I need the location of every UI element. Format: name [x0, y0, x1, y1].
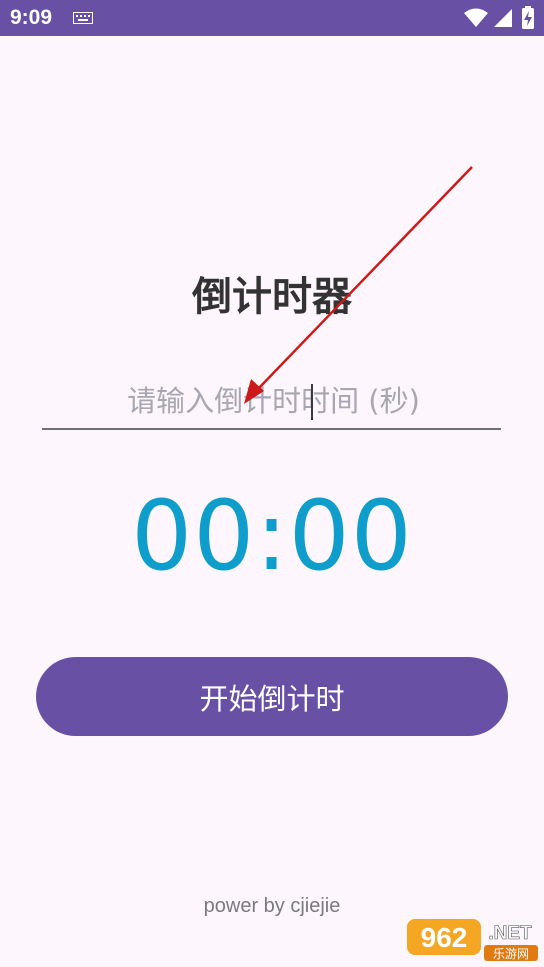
- countdown-input-field[interactable]: [42, 374, 505, 430]
- status-time: 9:09: [10, 6, 53, 29]
- battery-charging-icon: [522, 6, 534, 29]
- countdown-display: 00:00: [131, 480, 413, 592]
- keyboard-icon: [73, 12, 93, 24]
- text-cursor: [311, 384, 313, 420]
- watermark-main-text: 962: [421, 922, 468, 953]
- signal-icon: [494, 9, 512, 27]
- footer-credit: power by cjiejie: [203, 895, 341, 917]
- seconds-input[interactable]: [42, 374, 505, 428]
- watermark-logo: 962 .NET 乐游网: [407, 919, 538, 961]
- wifi-icon: [464, 8, 488, 27]
- status-bar: 9:09: [0, 0, 544, 36]
- watermark-suffix-text: .NET: [488, 923, 532, 944]
- watermark-sub-text: 乐游网: [493, 947, 529, 961]
- page-title: 倒计时器: [192, 274, 352, 320]
- start-countdown-button[interactable]: 开始倒计时: [36, 657, 508, 736]
